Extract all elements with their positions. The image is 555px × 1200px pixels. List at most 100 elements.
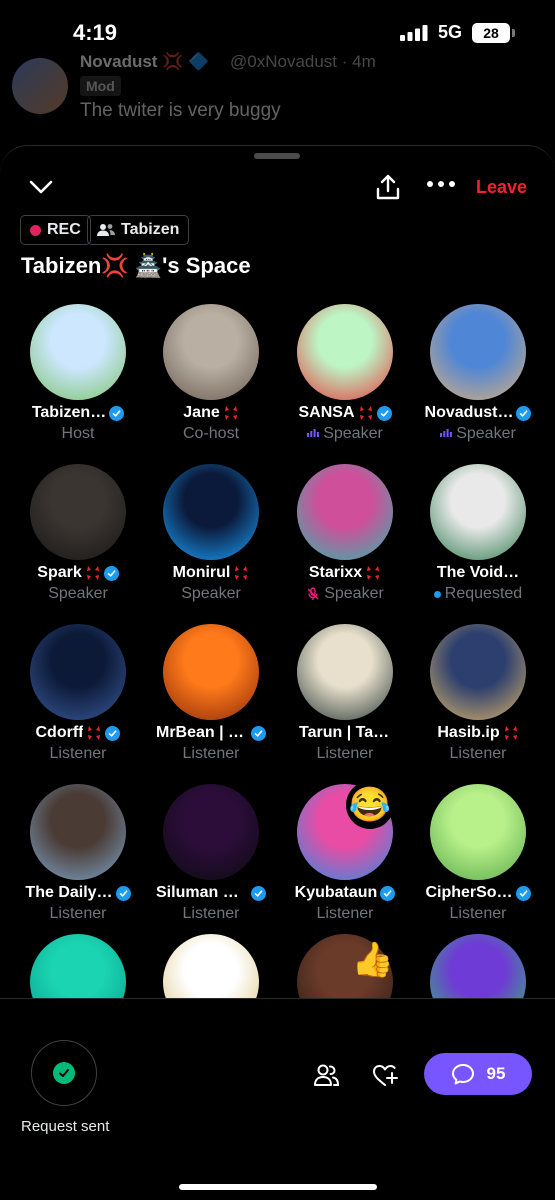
sheet-grabber[interactable] [254, 153, 300, 159]
anger-emoji-icon [88, 726, 101, 740]
participant-mrbean-t[interactable]: MrBean | T… Listener [142, 624, 280, 784]
participant-name: Jane [183, 404, 220, 421]
more-icon[interactable] [426, 178, 456, 190]
muted-mic-icon [307, 587, 319, 600]
chevron-down-icon[interactable] [28, 176, 54, 198]
participant-starixx[interactable]: Starixx Speaker [276, 464, 414, 624]
space-title-prefix: Tabizen💢 🏯 [21, 253, 163, 278]
verified-badge-icon [376, 405, 392, 421]
avatar[interactable] [163, 464, 259, 560]
participant-role: Listener [182, 745, 240, 762]
participant-role-row: Listener [276, 905, 414, 923]
verified-badge-icon [516, 405, 532, 421]
avatar[interactable] [30, 304, 126, 400]
verified-badge-icon [115, 885, 131, 901]
verified-badge-icon [380, 885, 396, 901]
avatar [12, 58, 68, 114]
avatar[interactable] [297, 464, 393, 560]
participant-tabizen[interactable]: Tabizen… Host [9, 304, 147, 464]
participant-role-row: Speaker [9, 585, 147, 603]
participant-novadust[interactable]: Novadust… Speaker [409, 304, 547, 464]
participant-role: Listener [449, 905, 507, 922]
avatar[interactable] [163, 784, 259, 880]
participant-role: Speaker [323, 425, 383, 442]
participant-role-row: Speaker [142, 585, 280, 603]
verified-badge-icon [251, 885, 266, 901]
avatar[interactable] [430, 464, 526, 560]
participant-the-void[interactable]: The Void… Requested [409, 464, 547, 624]
participant-role-row: Listener [409, 905, 547, 923]
participant-role: Host [61, 425, 95, 442]
participant-cdorff[interactable]: Cdorff Listener [9, 624, 147, 784]
participant-role-row: Listener [409, 745, 547, 763]
participant-sansa[interactable]: SANSA Speaker [276, 304, 414, 464]
participant-role: Speaker [48, 585, 108, 602]
participant-role: Speaker [456, 425, 516, 442]
leave-button[interactable]: Leave [476, 177, 527, 198]
participant-role-row: Speaker [409, 425, 547, 443]
host-chip[interactable]: Tabizen [87, 215, 190, 245]
participant-role: Listener [316, 745, 374, 762]
participant-role: Requested [444, 585, 523, 602]
participant-name: The Daily… [25, 884, 113, 901]
avatar[interactable] [163, 304, 259, 400]
anger-emoji-icon [504, 726, 517, 740]
participant-role: Listener [49, 905, 107, 922]
avatar[interactable] [430, 784, 526, 880]
avatar[interactable] [30, 464, 126, 560]
request-button[interactable] [31, 1040, 97, 1106]
home-indicator[interactable] [179, 1184, 377, 1190]
participant-role-row: Co-host [142, 425, 280, 443]
participant-siluman-d[interactable]: Siluman D… Listener [142, 784, 280, 944]
participants-icon[interactable] [312, 1062, 340, 1090]
participant-the-daily[interactable]: The Daily… Listener [9, 784, 147, 944]
participant-role-row: Speaker [276, 585, 414, 603]
participant-name-row: Siluman D… [142, 884, 280, 902]
participant-spark[interactable]: Spark Speaker [9, 464, 147, 624]
participant-role: Co-host [182, 425, 240, 442]
participant-name: Cdorff [35, 724, 84, 741]
avatar[interactable] [30, 934, 126, 998]
verified-badge-icon [109, 405, 125, 421]
check-icon [53, 1062, 75, 1084]
participant-item-17[interactable] [142, 934, 280, 998]
participant-jane[interactable]: Jane Co-host [142, 304, 280, 464]
participant-name: Spark [37, 564, 82, 581]
participant-monirul[interactable]: Monirul Speaker [142, 464, 280, 624]
participant-name-row: Hasib.ip [409, 724, 547, 742]
avatar[interactable] [430, 934, 526, 998]
status-time: 4:19 [73, 20, 118, 45]
participant-hasib-ip[interactable]: Hasib.ip Listener [409, 624, 547, 784]
avatar[interactable] [430, 304, 526, 400]
participant-name-row: Starixx [276, 564, 414, 582]
anger-emoji-icon [367, 566, 380, 580]
avatar[interactable] [30, 784, 126, 880]
participant-item-16[interactable] [9, 934, 147, 998]
avatar[interactable] [430, 624, 526, 720]
avatar[interactable] [297, 304, 393, 400]
comments-button[interactable]: 95 [424, 1053, 532, 1095]
participant-name-row: Jane [142, 404, 280, 422]
participant-name: Hasib.ip [437, 724, 500, 741]
people-icon [97, 224, 115, 236]
participant-tarun-tabi[interactable]: Tarun | Tabi… Listener [276, 624, 414, 784]
participant-item-19[interactable] [409, 934, 547, 998]
participant-name: Novadust… [424, 404, 514, 421]
participant-name-row: Monirul [142, 564, 280, 582]
avatar[interactable] [30, 624, 126, 720]
participant-role-row: Listener [9, 905, 147, 923]
reaction-laughing-emoji: 😂 [346, 781, 394, 829]
share-icon[interactable] [374, 173, 402, 201]
anger-emoji-icon [359, 406, 372, 420]
heart-plus-icon[interactable] [371, 1062, 399, 1090]
verified-badge-icon [515, 885, 531, 901]
speaking-indicator-icon [440, 429, 453, 437]
avatar[interactable] [163, 934, 259, 998]
participant-cipherso[interactable]: CipherSo… Listener [409, 784, 547, 944]
avatar[interactable] [297, 624, 393, 720]
participant-role: Speaker [181, 585, 241, 602]
participant-name: Tabizen… [31, 404, 107, 421]
participant-role-row: Listener [9, 745, 147, 763]
rec-label: REC [47, 221, 81, 238]
avatar[interactable] [163, 624, 259, 720]
